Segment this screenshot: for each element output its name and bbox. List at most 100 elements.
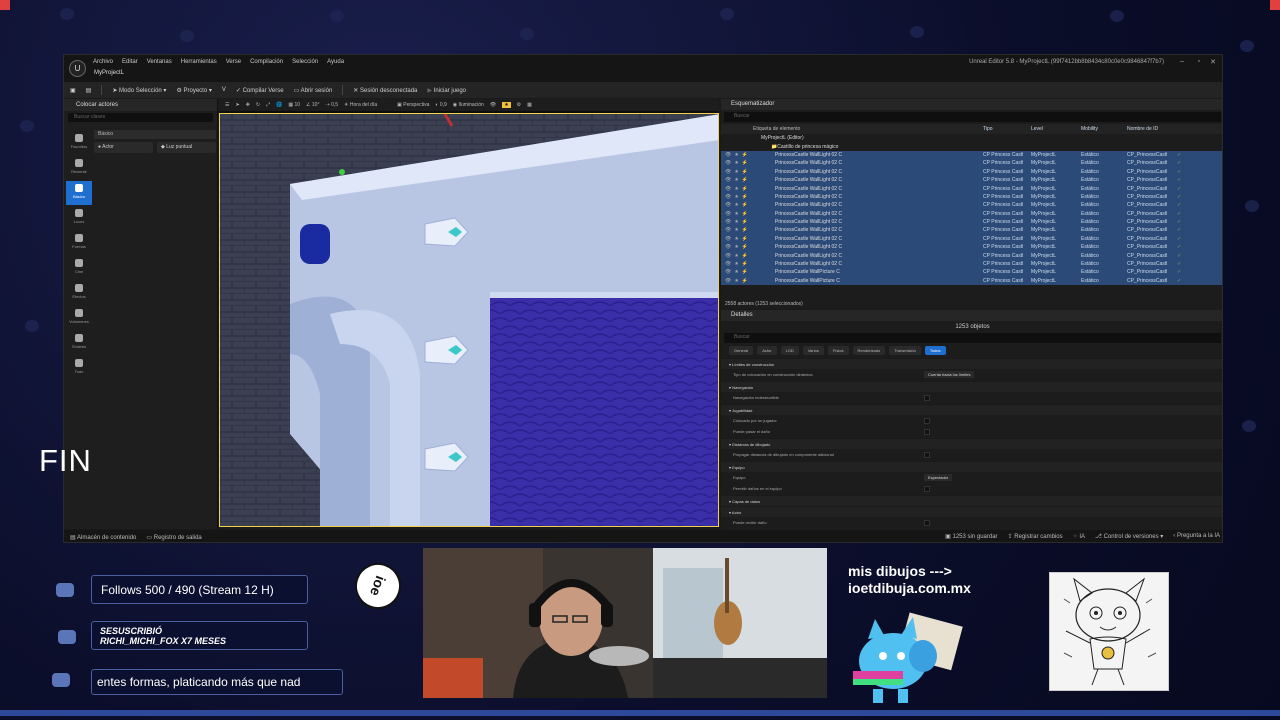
save-icon[interactable]: ▣ xyxy=(70,87,76,94)
point-light-item[interactable]: ◆ Luz puntual xyxy=(157,142,216,153)
category-favoritos[interactable]: Favoritos xyxy=(66,131,92,155)
col-type[interactable]: Tipo xyxy=(983,126,1031,132)
outliner-row[interactable]: 👁★⚡ PrincessCastle WallLight 02 C CP Princ… xyxy=(721,234,1222,244)
menu-herramientas[interactable]: Herramientas xyxy=(181,59,217,65)
grid-snap[interactable]: ▦ 10 xyxy=(288,102,300,108)
outliner-folder[interactable]: 📁 Castillo de princesa mágico xyxy=(721,142,1222,150)
menu-ventanas[interactable]: Ventanas xyxy=(147,59,172,65)
details-section-header[interactable]: ▾ Navegación xyxy=(721,380,1222,393)
outliner-search[interactable]: Buscar xyxy=(724,112,1221,122)
ai-button[interactable]: ✧ IA xyxy=(1073,533,1085,540)
outliner-row[interactable]: 👁★⚡ PrincessCastle WallLight 02 C CP Princ… xyxy=(721,209,1222,218)
select-tool-icon[interactable]: ➤ xyxy=(235,102,239,108)
details-section-header[interactable]: ▾ Equipo xyxy=(721,460,1222,472)
details-section-header[interactable]: ▾ Límites de construcción xyxy=(721,358,1222,370)
content-icon[interactable]: ▤ xyxy=(86,87,92,94)
details-search[interactable]: Buscar xyxy=(724,333,1221,343)
layout-icon[interactable]: ▦ xyxy=(527,102,532,108)
property-dropdown[interactable]: Espectador xyxy=(924,473,953,481)
ask-ai-button[interactable]: ‹ Pregunta a la IA xyxy=(1173,533,1220,540)
outliner-row[interactable]: 👁★⚡ PrincessCastle WallPicture C CP Prince… xyxy=(721,268,1222,277)
filter-tab[interactable]: Transmisión xyxy=(889,346,921,355)
open-session-button[interactable]: ▭ Abrir sesión xyxy=(294,87,333,94)
place-actors-tab[interactable]: Colocar actores xyxy=(64,99,217,111)
details-section-header[interactable]: ▾ Jugabilidad xyxy=(721,403,1222,415)
details-tab[interactable]: Detalles xyxy=(721,310,1222,321)
menu-archivo[interactable]: Archivo xyxy=(93,59,113,65)
outliner-row[interactable]: 👁★⚡ PrincessCastle WallLight 02 C CP Princ… xyxy=(721,251,1222,260)
menu-compilacion[interactable]: Compilación xyxy=(250,59,283,65)
output-log-button[interactable]: ▭ Registro de salida xyxy=(146,534,201,541)
category-reciente[interactable]: Reciente xyxy=(66,156,92,180)
filter-tab[interactable]: Actor xyxy=(757,346,777,355)
rotate-tool-icon[interactable]: ↻ xyxy=(256,102,260,108)
details-section-header[interactable]: ▾ Distancia de dibujado xyxy=(721,437,1222,450)
property-checkbox[interactable] xyxy=(924,452,930,459)
col-mobility[interactable]: Mobility xyxy=(1081,126,1127,132)
col-id[interactable]: Nombre de ID xyxy=(1127,126,1177,132)
outliner-root[interactable]: MyProjectL (Editor) xyxy=(721,134,1222,142)
viewport-menu-icon[interactable]: ☰ xyxy=(225,102,229,108)
maximize-icon[interactable]: ▫ xyxy=(1198,58,1200,65)
category-volumenes[interactable]: Volúmenes xyxy=(66,306,92,330)
outliner-row[interactable]: 👁★⚡ PrincessCastle WallLight 02 C CP Princ… xyxy=(721,192,1222,202)
snap-value[interactable]: ◐ 0,9 xyxy=(435,102,446,108)
category-basico[interactable]: Básico xyxy=(66,181,92,205)
property-checkbox[interactable] xyxy=(924,417,930,424)
category-luces[interactable]: Luces xyxy=(66,206,92,230)
details-section-header[interactable]: ▾ Actor xyxy=(721,506,1222,518)
mode-dropdown[interactable]: ➤ Modo Selección ▾ xyxy=(112,87,166,94)
filter-tab[interactable]: LOD xyxy=(780,346,799,355)
menu-verse[interactable]: Verse xyxy=(226,59,241,65)
start-game-button[interactable]: ▶ Iniciar juego xyxy=(427,87,466,94)
compile-verse-button[interactable]: ✓ Compilar Verse xyxy=(236,87,284,94)
unreal-logo-icon[interactable]: U xyxy=(69,60,86,77)
category-todo[interactable]: Todo xyxy=(66,356,92,380)
outliner-row[interactable]: 👁★⚡ PrincessCastle WallLight 02 C CP Princ… xyxy=(721,243,1222,252)
category-cine[interactable]: Cine xyxy=(66,256,92,280)
property-dropdown[interactable]: Cuenta hacia los límites xyxy=(924,371,975,379)
outliner-row[interactable]: 👁★⚡ PrincessCastle WallLight 02 C CP Princ… xyxy=(721,226,1222,235)
record-changes-button[interactable]: ⇪ Registrar cambios xyxy=(1008,533,1063,540)
unsaved-button[interactable]: ▣ 1253 sin guardar xyxy=(945,533,997,540)
outliner-row[interactable]: 👁★⚡ PrincessCastle WallLight 02 C CP Princ… xyxy=(721,217,1222,227)
details-section-header[interactable]: ▾ Capas de datos xyxy=(721,494,1222,507)
outliner-row[interactable]: 👁★⚡ PrincessCastle WallLight 02 C CP Princ… xyxy=(721,167,1222,176)
project-tab[interactable]: MyProjectL xyxy=(94,70,124,76)
place-actors-search[interactable]: Buscar clases xyxy=(68,113,213,122)
settings-icon[interactable]: ⚙ xyxy=(517,102,521,108)
outliner-row[interactable]: 👁★⚡ PrincessCastle WallLight 02 C CP Princ… xyxy=(721,201,1222,210)
filter-tab[interactable]: General xyxy=(729,346,754,355)
filter-tab[interactable]: Todos xyxy=(924,346,946,355)
outliner-row[interactable]: 👁★⚡ PrincessCastle WallPicture C CP Prince… xyxy=(721,276,1222,286)
outliner-row[interactable]: 👁★⚡ PrincessCastle WallLight 02 C CP Princ… xyxy=(721,175,1222,185)
camera-speed[interactable]: ⇢ 0,5 xyxy=(325,102,338,108)
filter-tab[interactable]: Física xyxy=(827,346,849,355)
outliner-row[interactable]: 👁★⚡ PrincessCastle WallLight 02 C CP Princ… xyxy=(721,184,1222,193)
category-sintesis[interactable]: Síntesis xyxy=(66,331,92,355)
scale-tool-icon[interactable]: ⤢ xyxy=(266,102,270,108)
filter-tab[interactable]: Renderizado xyxy=(852,346,886,355)
minimize-icon[interactable]: – xyxy=(1180,58,1184,65)
rotation-snap[interactable]: ∠ 10° xyxy=(306,102,319,108)
menu-seleccion[interactable]: Selección xyxy=(292,59,318,65)
time-of-day-button[interactable]: ☀ Hora del día xyxy=(344,102,377,108)
version-control-button[interactable]: ⎇ Control de versiones ▾ xyxy=(1095,533,1163,540)
level-viewport[interactable]: ☰ ➤ ✥ ↻ ⤢ 🌐 ▦ 10 ∠ 10° ⇢ 0,5 ☀ Hora del … xyxy=(219,99,719,527)
property-checkbox[interactable] xyxy=(924,520,930,527)
verse-icon[interactable]: V xyxy=(222,87,226,93)
world-icon[interactable]: 🌐 xyxy=(276,102,282,108)
property-checkbox[interactable] xyxy=(924,395,930,402)
lighting-dropdown[interactable]: ◉ Iluminación xyxy=(453,102,484,108)
menu-editar[interactable]: Editar xyxy=(122,59,138,65)
col-label[interactable]: Etiqueta de elemento xyxy=(753,126,983,132)
outliner-row[interactable]: 👁★⚡ PrincessCastle WallLight 02 C CP Princ… xyxy=(721,259,1222,269)
filter-tab[interactable]: Varios xyxy=(802,346,824,355)
outliner-row[interactable]: 👁★⚡ PrincessCastle WallLight 02 C CP Princ… xyxy=(721,159,1222,168)
outliner-row[interactable]: 👁★⚡ PrincessCastle WallLight 02 C CP Princ… xyxy=(721,150,1222,160)
menu-ayuda[interactable]: Ayuda xyxy=(327,59,344,65)
project-dropdown[interactable]: ⚙ Proyecto ▾ xyxy=(176,87,211,94)
content-drawer-button[interactable]: ▤ Almacén de contenido xyxy=(70,534,136,541)
outliner-tab[interactable]: Esquematizador xyxy=(721,99,1222,110)
perspective-dropdown[interactable]: ▣ Perspectiva xyxy=(397,102,429,108)
